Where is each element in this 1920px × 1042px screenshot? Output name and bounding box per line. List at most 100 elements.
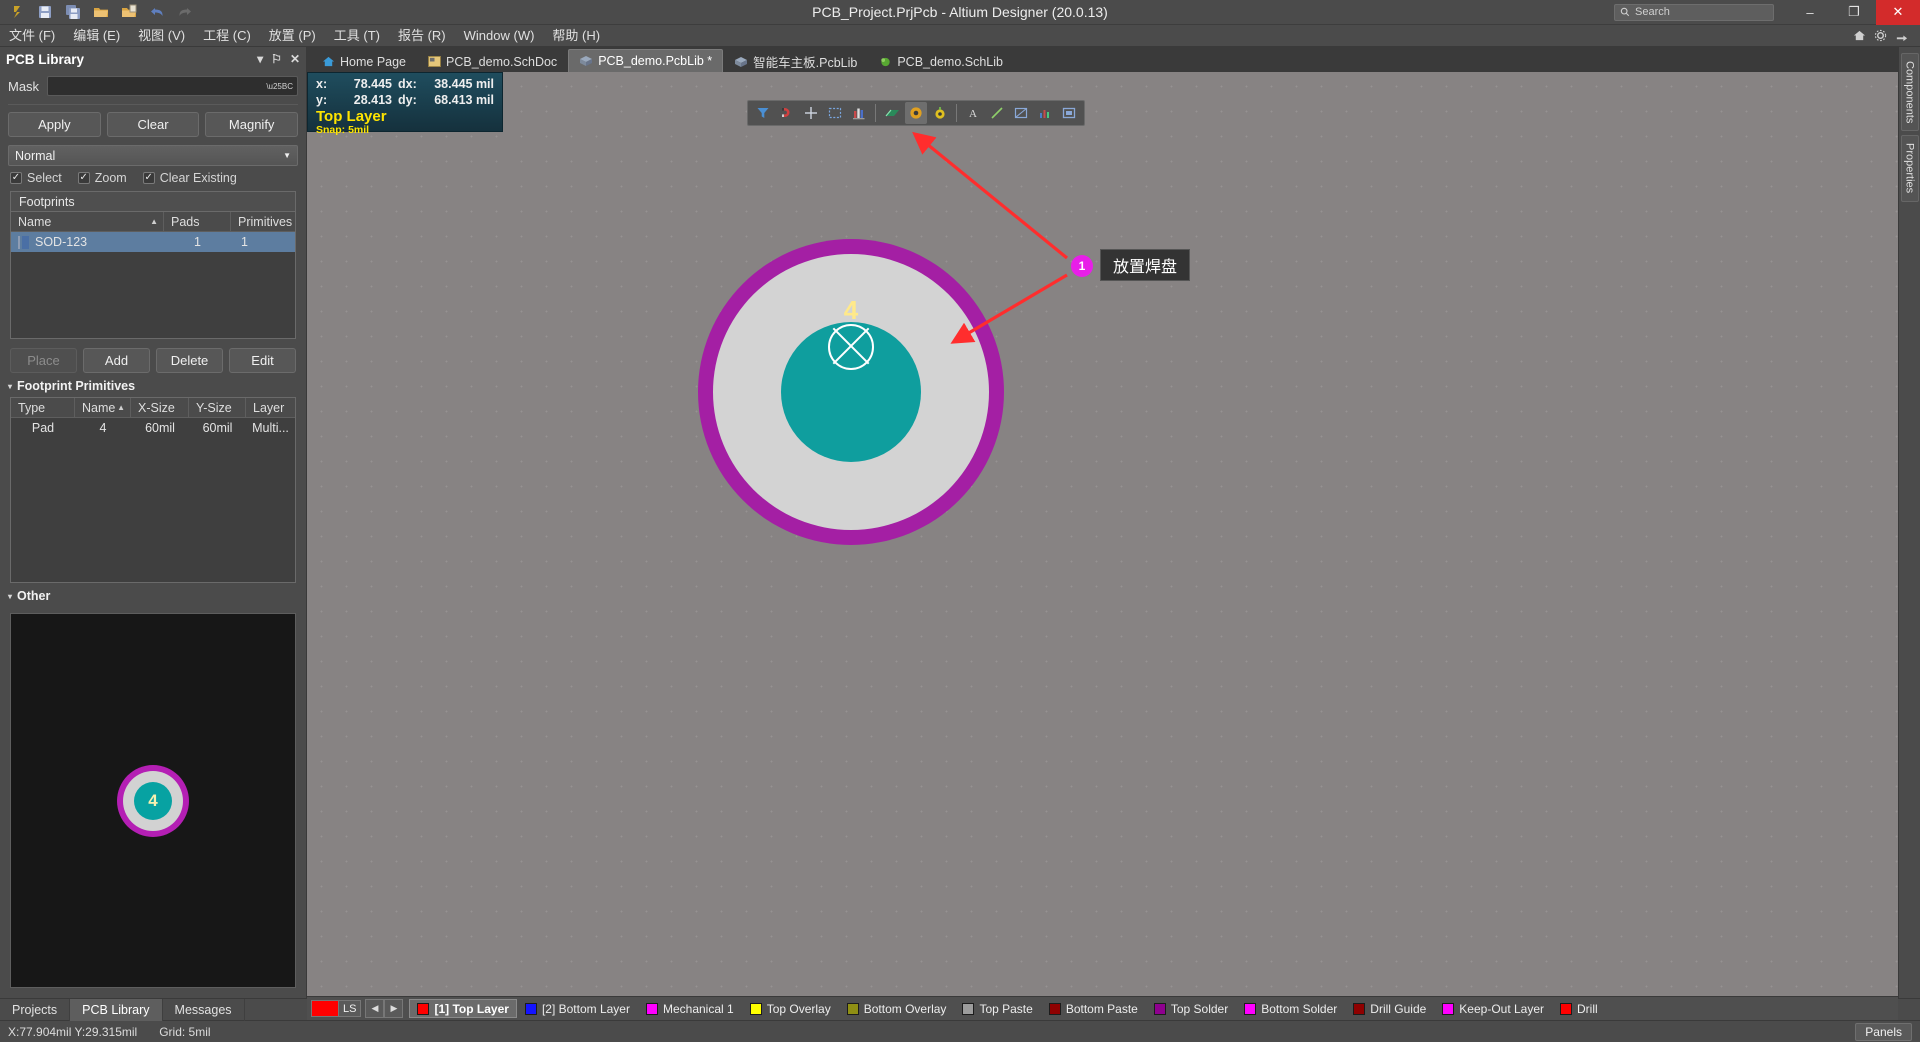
menu-tools[interactable]: 工具 (T) (325, 25, 389, 47)
footprint-preview[interactable]: 4 (10, 613, 296, 988)
tab-pcb-demo-schdoc[interactable]: PCB_demo.SchDoc (417, 50, 568, 72)
checkbox-zoom-box[interactable]: ✓ (77, 172, 90, 184)
selection-box-icon[interactable] (824, 102, 846, 124)
account-icon[interactable] (1892, 27, 1910, 45)
save-all-icon[interactable] (60, 1, 86, 23)
table-row[interactable]: SOD-123 1 1 (11, 232, 295, 252)
tab-pcb-demo-schlib[interactable]: PCB_demo.SchLib (868, 50, 1014, 72)
layer-prev-button[interactable]: ◀ (365, 999, 385, 1018)
primitives-col-layer[interactable]: Layer (246, 398, 295, 417)
delete-button[interactable]: Delete (156, 348, 223, 373)
dimension-icon[interactable] (1034, 102, 1056, 124)
edit-button[interactable]: Edit (229, 348, 296, 373)
track-icon[interactable] (881, 102, 903, 124)
layer-chip[interactable]: Bottom Overlay (839, 999, 955, 1018)
menu-view[interactable]: 视图 (V) (129, 25, 194, 47)
menu-project[interactable]: 工程 (C) (194, 25, 260, 47)
checkbox-clear-existing-box[interactable]: ✓ (142, 172, 155, 184)
add-button[interactable]: Add (83, 348, 150, 373)
via-icon[interactable] (929, 102, 951, 124)
pad-icon[interactable] (905, 102, 927, 124)
menu-reports[interactable]: 报告 (R) (389, 25, 455, 47)
home-icon[interactable] (1850, 27, 1868, 45)
chevron-down-icon[interactable]: ▼ (283, 151, 291, 160)
pad-graphic[interactable]: 4 (698, 239, 1004, 545)
panels-button[interactable]: Panels (1855, 1022, 1912, 1041)
open-icon[interactable] (88, 1, 114, 23)
rail-tab-properties[interactable]: Properties (1900, 135, 1919, 202)
layer-chip[interactable]: [1] Top Layer (409, 999, 517, 1018)
layer-chip[interactable]: Top Solder (1146, 999, 1236, 1018)
magnify-button[interactable]: Magnify (205, 112, 299, 137)
save-icon[interactable] (32, 1, 58, 23)
other-section-header[interactable]: ▾ Other (0, 583, 306, 607)
primitives-col-xsize[interactable]: X-Size (131, 398, 189, 417)
tab-pcb-demo-pcblib[interactable]: PCB_demo.PcbLib * (568, 49, 724, 72)
checkbox-zoom[interactable]: ✓ Zoom (77, 171, 127, 185)
mask-input[interactable]: \u25BC (47, 76, 298, 96)
fill-icon[interactable] (1058, 102, 1080, 124)
footprint-primitives-header[interactable]: ▾ Footprint Primitives (0, 373, 306, 397)
search-input-placeholder[interactable]: Search (1635, 6, 1670, 18)
layer-stack-icon[interactable] (848, 102, 870, 124)
menu-place[interactable]: 放置 (P) (260, 25, 325, 47)
panel-pin-icon[interactable]: ⚐ (271, 52, 282, 66)
tab-smart-car-pcblib[interactable]: 智能车主板.PcbLib (723, 50, 868, 72)
rail-tab-components[interactable]: Components (1900, 53, 1919, 132)
layer-next-button[interactable]: ▶ (384, 999, 404, 1018)
gear-icon[interactable] (1871, 27, 1889, 45)
primitives-col-name[interactable]: Name ▲ (75, 398, 131, 417)
close-button[interactable]: ✕ (1876, 0, 1920, 25)
maximize-button[interactable]: ❐ (1832, 0, 1876, 25)
footprints-col-name[interactable]: Name ▲ (11, 212, 164, 231)
layer-chip[interactable]: Mechanical 1 (638, 999, 742, 1018)
pcb-canvas[interactable]: x: 78.445 dx: 38.445 mil y: 28.413 dy: 6… (307, 72, 1898, 998)
menu-file[interactable]: 文件 (F) (0, 25, 64, 47)
layer-chip[interactable]: Drill Guide (1345, 999, 1434, 1018)
menu-window[interactable]: Window (W) (455, 25, 544, 47)
layer-chip[interactable]: Top Paste (954, 999, 1040, 1018)
layer-set-selector[interactable]: LS (311, 1000, 362, 1017)
region-icon[interactable] (1010, 102, 1032, 124)
footprints-col-pads[interactable]: Pads (164, 212, 231, 231)
line-icon[interactable] (986, 102, 1008, 124)
primitives-col-ysize[interactable]: Y-Size (189, 398, 246, 417)
layer-chip[interactable]: [2] Bottom Layer (517, 999, 638, 1018)
menu-help[interactable]: 帮助 (H) (543, 25, 609, 47)
minimize-button[interactable]: – (1788, 0, 1832, 25)
crosshair-icon[interactable] (800, 102, 822, 124)
bottom-tab-messages[interactable]: Messages (163, 998, 245, 1021)
open-project-icon[interactable] (116, 1, 142, 23)
clear-button[interactable]: Clear (106, 112, 200, 137)
checkbox-clear-existing[interactable]: ✓ Clear Existing (142, 171, 237, 185)
checkbox-select[interactable]: ✓ Select (10, 171, 62, 185)
table-row[interactable]: Pad 4 60mil 60mil Multi... (11, 418, 295, 438)
layer-chip[interactable]: Bottom Solder (1236, 999, 1345, 1018)
tab-home-page[interactable]: Home Page (311, 50, 417, 72)
altium-logo-icon[interactable] (4, 1, 30, 23)
apply-button[interactable]: Apply (8, 112, 101, 137)
redo-icon[interactable] (172, 1, 198, 23)
layer-chip[interactable]: Drill (1552, 999, 1606, 1018)
layer-chip[interactable]: Keep-Out Layer (1434, 999, 1552, 1018)
panel-close-icon[interactable]: ✕ (290, 52, 300, 66)
checkbox-select-box[interactable]: ✓ (10, 172, 22, 184)
place-button[interactable]: Place (10, 348, 77, 373)
filter-icon[interactable] (752, 102, 774, 124)
text-icon[interactable]: A (962, 102, 984, 124)
layer-chip[interactable]: Bottom Paste (1041, 999, 1146, 1018)
undo-icon[interactable] (144, 1, 170, 23)
bottom-tab-projects[interactable]: Projects (0, 998, 71, 1021)
chevron-down-icon[interactable]: \u25BC (266, 82, 293, 91)
footprints-col-primitives[interactable]: Primitives (231, 212, 295, 231)
menu-edit[interactable]: 编辑 (E) (64, 25, 129, 47)
search-box[interactable]: Search (1614, 3, 1774, 21)
bottom-tab-pcb-library[interactable]: PCB Library (70, 998, 163, 1021)
mask-mode-select[interactable]: Normal ▼ (8, 145, 298, 166)
primitives-col-type[interactable]: Type (11, 398, 75, 417)
collapse-triangle-icon[interactable]: ▾ (8, 592, 12, 601)
collapse-triangle-icon[interactable]: ▾ (8, 382, 12, 391)
panel-dropdown-icon[interactable]: ▾ (257, 52, 263, 66)
magnet-snap-icon[interactable] (776, 102, 798, 124)
layer-chip[interactable]: Top Overlay (742, 999, 839, 1018)
